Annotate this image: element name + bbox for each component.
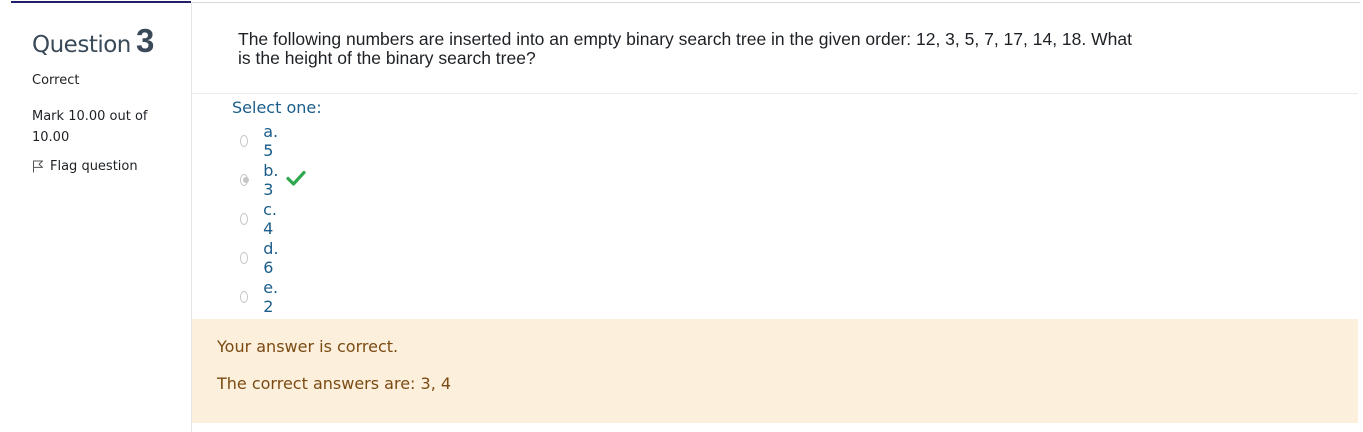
- answer-option-b[interactable]: b. 3: [240, 161, 306, 199]
- flag-question-label: Flag question: [50, 159, 138, 174]
- radio-button[interactable]: [240, 135, 249, 147]
- flag-icon: [32, 160, 44, 173]
- content-top-border: [191, 2, 1360, 3]
- question-state: Correct: [32, 73, 80, 88]
- radio-button-selected[interactable]: [240, 174, 250, 186]
- radio-button[interactable]: [240, 213, 249, 225]
- radio-button[interactable]: [240, 252, 249, 264]
- check-icon: [286, 170, 306, 190]
- question-divider: [192, 93, 1358, 94]
- question-info-panel: Question 3 Correct Mark 10.00 out of 10.…: [0, 0, 191, 432]
- answer-option-label: e. 2: [263, 278, 279, 316]
- question-number: Question 3: [32, 22, 154, 60]
- right-answer-feedback: The correct answers are: 3, 4: [217, 374, 452, 393]
- question-text: The following numbers are inserted into …: [238, 29, 1132, 68]
- quiz-question-page: Question 3 Correct Mark 10.00 out of 10.…: [0, 0, 1363, 432]
- answer-prompt: Select one:: [232, 98, 322, 117]
- answer-option-d[interactable]: d. 6: [240, 239, 282, 277]
- flag-question-link[interactable]: Flag question: [32, 159, 138, 174]
- answer-option-label: a. 5: [263, 122, 279, 160]
- question-number-value: 3: [135, 22, 155, 59]
- answer-option-label: d. 6: [263, 239, 279, 277]
- answer-option-a[interactable]: a. 5: [240, 122, 282, 160]
- answer-option-c[interactable]: c. 4: [240, 200, 281, 238]
- question-grade: Mark 10.00 out of 10.00: [32, 109, 148, 145]
- answer-option-e[interactable]: e. 2: [240, 278, 282, 316]
- answer-option-label: c. 4: [263, 200, 277, 238]
- radio-button[interactable]: [240, 291, 249, 303]
- question-label: Question: [32, 32, 131, 58]
- feedback-panel: [192, 319, 1358, 423]
- answer-option-label: b. 3: [263, 161, 279, 199]
- general-feedback: Your answer is correct.: [217, 337, 399, 356]
- info-top-border: [11, 1, 191, 3]
